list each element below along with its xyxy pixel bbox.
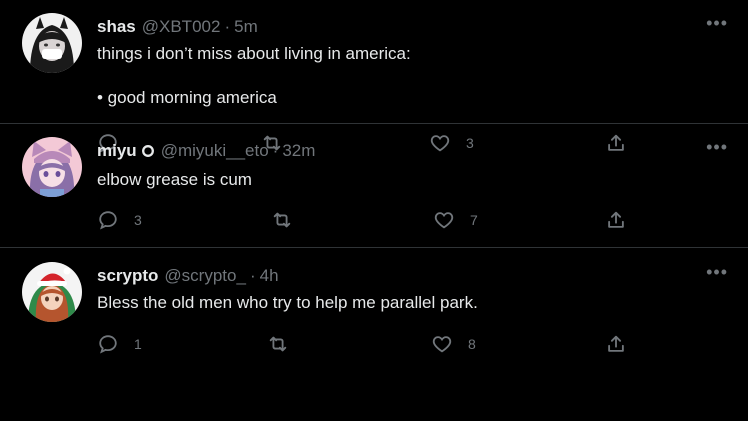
- share-icon: [608, 211, 624, 228]
- tweet[interactable]: shas @XBT002 · 5m things i don’t miss about…: [0, 0, 748, 153]
- handle[interactable]: @miyuki__eto: [161, 141, 269, 160]
- like-icon: [432, 336, 452, 353]
- retweet-icon: [273, 212, 291, 228]
- like-button[interactable]: 8: [431, 333, 476, 355]
- tweet-text: Bless the old men who try to help me par…: [97, 293, 478, 312]
- more-icon[interactable]: •••: [706, 138, 728, 156]
- display-name[interactable]: shas: [97, 17, 136, 36]
- reply-count: 3: [134, 212, 142, 228]
- handle[interactable]: @scrypto_: [164, 266, 246, 285]
- reply-icon: [99, 335, 117, 354]
- tweet[interactable]: scrypto @scrypto_ · 4h Bless the old men wh…: [0, 248, 748, 372]
- reply-button[interactable]: 3: [97, 209, 142, 231]
- avatar[interactable]: [22, 13, 82, 73]
- like-count: 8: [468, 336, 476, 352]
- tweet-header: shas @XBT002 · 5m: [97, 16, 728, 38]
- more-icon[interactable]: •••: [706, 263, 728, 281]
- display-name[interactable]: scrypto: [97, 266, 158, 285]
- avatar[interactable]: [22, 262, 82, 322]
- separator-dot: ·: [272, 141, 279, 160]
- retweet-button[interactable]: [271, 209, 308, 231]
- retweet-icon: [269, 336, 287, 352]
- separator-dot: ·: [249, 266, 256, 285]
- tweet-header: miyu @miyuki__eto · 32m: [97, 140, 728, 164]
- reply-count: 1: [134, 336, 142, 352]
- share-button[interactable]: [605, 209, 627, 231]
- separator-dot: ·: [224, 17, 231, 36]
- like-icon: [434, 212, 454, 229]
- timestamp[interactable]: 32m: [282, 141, 315, 160]
- timestamp[interactable]: 5m: [234, 17, 258, 36]
- retweet-button[interactable]: [267, 333, 304, 355]
- like-button[interactable]: 7: [433, 209, 478, 231]
- tweet[interactable]: miyu @miyuki__eto · 32m elbow grease is cum…: [0, 124, 748, 248]
- share-icon: [608, 335, 624, 352]
- timestamp[interactable]: 4h: [260, 266, 279, 285]
- share-button[interactable]: [605, 333, 627, 355]
- more-icon[interactable]: •••: [706, 14, 728, 32]
- tweet-text: elbow grease is cum: [97, 170, 252, 189]
- tweet-header: scrypto @scrypto_ · 4h: [97, 265, 728, 287]
- action-bar: 1 8: [97, 333, 637, 357]
- like-count: 7: [470, 212, 478, 228]
- handle[interactable]: @XBT002: [142, 17, 221, 36]
- reply-icon: [99, 211, 117, 230]
- action-bar: 3 7: [97, 209, 637, 233]
- avatar[interactable]: [22, 137, 82, 197]
- verified-icon: [141, 142, 155, 164]
- display-name[interactable]: miyu: [97, 141, 137, 160]
- reply-button[interactable]: 1: [97, 333, 142, 355]
- tweet-text: things i don’t miss about living in amer…: [97, 44, 411, 107]
